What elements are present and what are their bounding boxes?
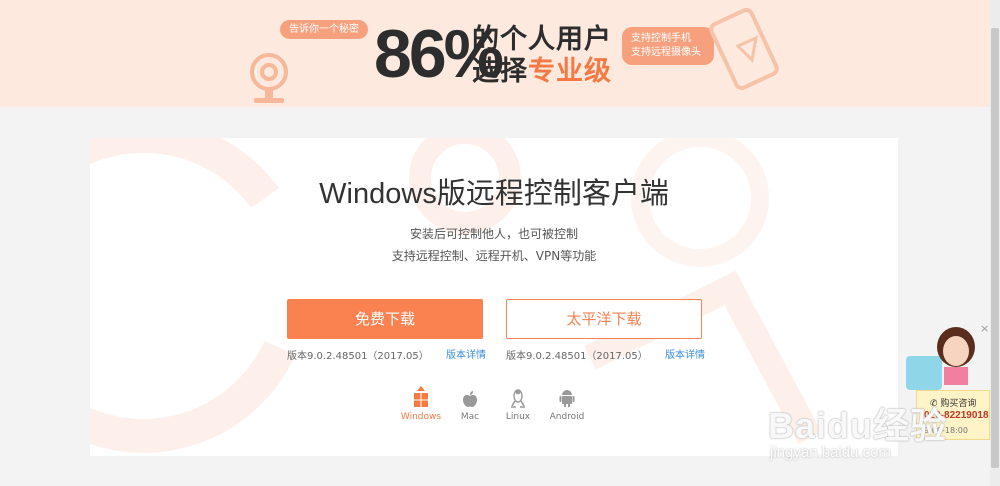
platform-tab-linux[interactable]: Linux: [496, 386, 540, 422]
headline-line1: 的个人用户: [472, 24, 612, 55]
headline-highlight: 专业级: [528, 56, 612, 87]
platform-tab-mac[interactable]: Mac: [448, 386, 492, 422]
subtitle-line1: 安装后可控制他人，也可被控制: [409, 227, 578, 241]
baidu-jingyan-watermark: Baidu经验: [768, 405, 948, 446]
apple-icon: [463, 391, 477, 407]
platform-tab-windows[interactable]: Windows: [399, 386, 443, 422]
pconline-download-button[interactable]: 太平洋下载: [506, 299, 702, 339]
version-details-link[interactable]: 版本详情: [665, 346, 705, 361]
secret-bubble: 告诉你一个秘密: [280, 20, 368, 39]
headline-line2: 选择专业级: [472, 56, 612, 88]
free-download-button[interactable]: 免费下载: [287, 299, 483, 339]
feature-phone: 支持控制手机: [631, 33, 691, 44]
subtitle-line2: 支持远程控制、远程开机、VPN等功能: [391, 249, 597, 263]
platform-label: Mac: [460, 412, 480, 422]
phone-decoration-icon: [709, 7, 779, 91]
android-icon: [559, 390, 575, 407]
version-text: 版本9.0.2.48501（2017.05）: [506, 351, 648, 362]
version-text: 版本9.0.2.48501（2017.05）: [287, 351, 429, 362]
close-icon[interactable]: ×: [980, 322, 989, 335]
platform-label: Windows: [400, 412, 442, 422]
scrollbar-thumb[interactable]: [991, 28, 999, 468]
linux-icon: [511, 389, 525, 408]
platform-label: Android: [549, 412, 585, 422]
feature-camera: 支持远程摄像头: [631, 47, 701, 58]
webcam-icon: [250, 53, 288, 103]
platform-label: Linux: [505, 412, 531, 422]
version-details-link[interactable]: 版本详情: [446, 346, 486, 361]
feature-bubble: 支持控制手机 支持远程摄像头: [622, 27, 714, 65]
headline-prefix: 选择: [472, 56, 528, 87]
watermark-url: jingyan.baidu.com: [770, 444, 891, 461]
platform-tab-android[interactable]: Android: [545, 386, 589, 422]
promo-banner[interactable]: 告诉你一个秘密 86% 的个人用户 选择专业级 支持控制手机 支持远程摄像头: [0, 0, 990, 107]
agent-avatar: [937, 327, 975, 385]
windows-icon: [414, 386, 428, 407]
page-title: Windows版远程控制客户端: [319, 178, 669, 210]
